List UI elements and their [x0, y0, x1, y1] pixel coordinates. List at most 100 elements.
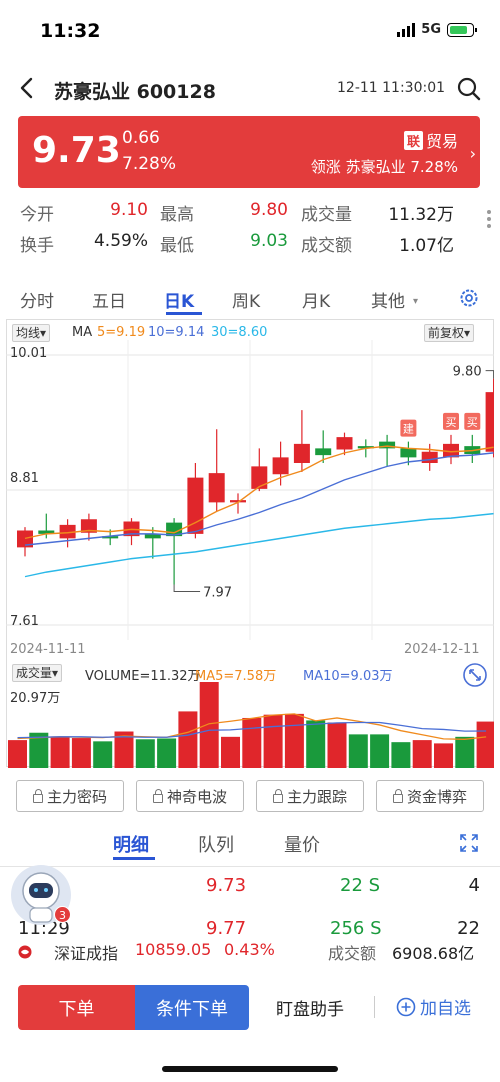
- index-turnover-label: 成交额: [328, 944, 377, 963]
- volume-bar: [71, 738, 91, 768]
- exchange-logo-icon: [18, 945, 32, 959]
- fullscreen-icon[interactable]: [458, 832, 480, 854]
- tab-detail[interactable]: 明细: [113, 831, 149, 857]
- search-icon[interactable]: [456, 76, 482, 102]
- volume-bar: [306, 720, 326, 768]
- candle: [251, 466, 268, 489]
- feature-main-force-tracking[interactable]: 主力跟踪: [256, 780, 364, 812]
- sector-leader: 领涨 苏豪弘业 7.28%: [310, 158, 458, 176]
- date-start: 2024-11-11: [10, 642, 86, 657]
- stat-open-label: 今开: [20, 205, 54, 225]
- tab-queue[interactable]: 队列: [198, 831, 234, 857]
- stock-title: 苏豪弘业 600128: [54, 81, 216, 103]
- trade-price: 9.73: [206, 875, 247, 896]
- signal-icon: [397, 22, 416, 37]
- volume-bar: [263, 714, 283, 768]
- notification-badge: 3: [54, 906, 71, 923]
- ma-selector-label: 均线: [16, 326, 41, 340]
- stat-amount-label: 成交额: [301, 236, 352, 256]
- index-pct: 0.43%: [224, 940, 275, 959]
- add-circle-icon: [396, 997, 416, 1016]
- quote-timestamp: 12-11 11:30:01: [337, 80, 446, 96]
- stat-high-label: 最高: [160, 205, 194, 225]
- kline-chart[interactable]: 9.80 7.97 建 买买: [6, 340, 494, 640]
- index-ticker[interactable]: 深证成指 10859.05 0.43% 成交额 6908.68亿: [0, 935, 500, 969]
- back-arrow-icon[interactable]: [16, 76, 40, 100]
- candle: [293, 443, 310, 463]
- trade-count: 4: [468, 875, 480, 896]
- y-label-mid: 8.81: [10, 471, 39, 486]
- conditional-order-button[interactable]: 条件下单: [135, 985, 249, 1030]
- tab-weekly-k[interactable]: 周K: [232, 287, 260, 312]
- index-name: 深证成指: [54, 944, 119, 963]
- volume-bar: [412, 740, 432, 768]
- volume-bar: [284, 713, 304, 768]
- volume-bar: [327, 722, 347, 768]
- volume-bar: [8, 740, 27, 768]
- stat-low-label: 最低: [160, 236, 194, 256]
- candle: [272, 457, 289, 475]
- stat-low-value: 9.03: [250, 231, 288, 251]
- gear-icon[interactable]: [458, 287, 480, 309]
- add-watchlist-label: 加自选: [420, 999, 471, 1019]
- volume-chart[interactable]: [6, 680, 494, 768]
- assistant-avatar[interactable]: 3: [10, 864, 72, 926]
- ma30-value: 30=8.60: [211, 325, 268, 340]
- volume-bar: [455, 736, 475, 768]
- add-watchlist-button[interactable]: 加自选: [396, 994, 471, 1019]
- order-button[interactable]: 下单: [18, 985, 135, 1030]
- candle: [315, 448, 332, 456]
- monitor-assistant-button[interactable]: 盯盘助手: [276, 995, 344, 1020]
- network-label: 5G: [421, 22, 441, 37]
- divider: [0, 866, 500, 867]
- more-stats-icon[interactable]: [487, 210, 491, 228]
- price-change-pct: 7.28%: [122, 154, 177, 174]
- ma10-value: 10=9.14: [148, 325, 205, 340]
- max-marker-label: 9.80: [453, 365, 482, 380]
- sector-tag[interactable]: 联 贸易: [403, 128, 458, 152]
- volume-bar: [221, 736, 240, 768]
- quote-card[interactable]: 9.73 0.66 7.28% 联 贸易 领涨 苏豪弘业 7.28% ›: [18, 116, 480, 188]
- tab-volume-price[interactable]: 量价: [284, 831, 320, 857]
- volume-bar: [178, 711, 198, 768]
- tab-daily-k[interactable]: 日K: [164, 287, 194, 312]
- status-icons: 5G: [397, 22, 477, 37]
- lock-icon: [152, 788, 163, 803]
- volume-bar: [370, 734, 390, 768]
- chevron-right-icon[interactable]: ›: [470, 144, 476, 163]
- feature-magic-wave[interactable]: 神奇电波: [136, 780, 244, 812]
- min-marker-label: 7.97: [203, 586, 232, 601]
- candle: [485, 392, 494, 452]
- lock-icon: [272, 788, 283, 803]
- tab-five-day[interactable]: 五日: [92, 287, 126, 312]
- y-label-top: 10.01: [10, 346, 48, 361]
- candle: [336, 437, 353, 450]
- feature-fund-game[interactable]: 资金博弈: [376, 780, 484, 812]
- stat-high-value: 9.80: [250, 200, 288, 220]
- divider: [374, 996, 375, 1018]
- stat-open-value: 9.10: [110, 200, 148, 220]
- home-indicator: [162, 1066, 338, 1072]
- price-change: 0.66: [122, 128, 160, 148]
- min-marker-line: [173, 584, 201, 592]
- tab-other[interactable]: 其他: [371, 287, 405, 312]
- tab-underline: [166, 312, 202, 315]
- tab-monthly-k[interactable]: 月K: [302, 287, 330, 312]
- tab-intraday[interactable]: 分时: [20, 287, 54, 312]
- lock-icon: [392, 788, 403, 803]
- stat-volume-value: 11.32万: [388, 205, 454, 225]
- ma5-value: 5=9.19: [97, 325, 146, 340]
- adjust-selector-label: 前复权: [428, 326, 465, 340]
- index-turnover: 6908.68亿: [392, 944, 475, 963]
- other-dropdown-icon[interactable]: ▾: [413, 296, 418, 307]
- stat-amount-value: 1.07亿: [399, 236, 454, 256]
- volume-bar: [157, 738, 177, 768]
- volume-bar: [242, 717, 262, 768]
- lock-icon: [32, 788, 43, 803]
- volume-bar: [93, 741, 113, 768]
- volume-bar: [434, 743, 453, 768]
- candle: [421, 451, 438, 463]
- feature-main-force-code[interactable]: 主力密码: [16, 780, 124, 812]
- battery-icon: [447, 22, 477, 37]
- trade-volume: 22 S: [340, 875, 381, 896]
